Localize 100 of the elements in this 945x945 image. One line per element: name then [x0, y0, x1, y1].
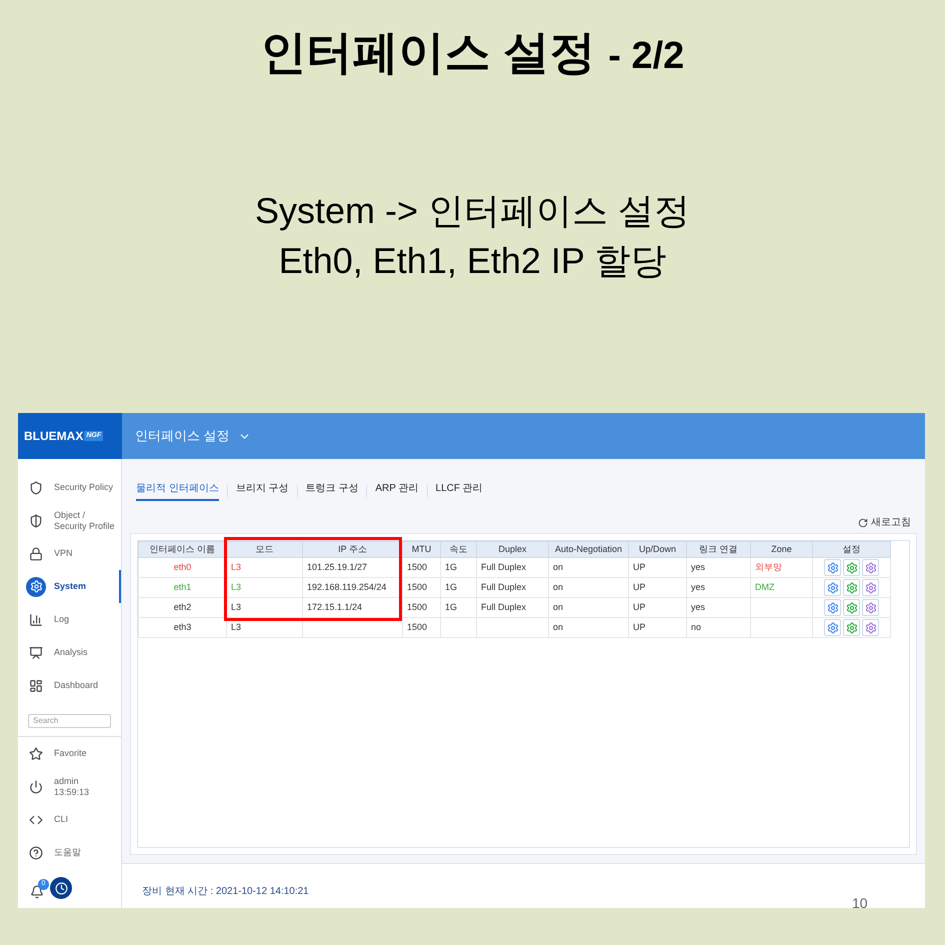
lock-icon: [29, 546, 43, 560]
table-cell: L3: [231, 622, 242, 632]
sidebar-item[interactable]: Log: [18, 603, 121, 636]
column-header: IP 주소: [302, 542, 402, 558]
table-cell: L3: [231, 582, 242, 592]
table-cell: L3: [231, 602, 242, 612]
search-field[interactable]: Search: [28, 714, 111, 728]
table-cell: yes: [691, 602, 706, 612]
table-cell: DMZ: [755, 582, 774, 592]
presentation-icon: [29, 646, 43, 660]
settings-button[interactable]: [843, 599, 860, 616]
sidebar-label: Analysis: [54, 647, 88, 658]
column-header: Zone: [750, 542, 812, 558]
column-header: Auto-Negotiation: [548, 542, 628, 558]
tab[interactable]: 브리지 구성: [236, 481, 289, 501]
column-header: 인터페이스 이름: [138, 542, 226, 558]
settings-button[interactable]: [862, 559, 879, 576]
settings-button[interactable]: [824, 559, 841, 576]
dashboard-icon: [29, 678, 43, 692]
settings-button[interactable]: [843, 559, 860, 576]
sidebar-item[interactable]: System: [18, 570, 121, 603]
refresh-icon: [858, 518, 868, 528]
column-header: Duplex: [476, 542, 548, 558]
sidebar-item[interactable]: Favorite: [18, 737, 121, 770]
table-cell: on: [553, 602, 564, 612]
table-cell: Full Duplex: [481, 582, 526, 592]
table-cell: on: [553, 622, 564, 632]
sidebar-label: Security Policy: [54, 482, 114, 493]
tab[interactable]: 트렁크 구성: [306, 481, 358, 501]
settings-button[interactable]: [862, 599, 879, 616]
table-cell: 192.168.119.254/24: [307, 582, 386, 592]
sidebar-label: CLI: [54, 814, 68, 825]
table-cell: 101.25.19.1/27: [307, 562, 368, 572]
shield-icon: [29, 514, 43, 528]
table-cell: eth3: [174, 622, 192, 632]
column-header: 링크 연결: [686, 542, 750, 558]
column-header: 속도: [440, 542, 476, 558]
table-cell: 172.15.1.1/24: [307, 602, 362, 612]
sidebar-item[interactable]: Object / Security Profile: [18, 504, 121, 537]
page-title: 인터페이스 설정: [135, 427, 230, 446]
slide-title: 인터페이스 설정 - 2/2: [260, 25, 686, 80]
sidebar-label: Favorite: [54, 748, 87, 759]
table-cell: 1G: [445, 562, 458, 572]
sidebar-item[interactable]: Analysis: [18, 636, 121, 669]
sidebar-item[interactable]: admin 13:59:13: [18, 770, 121, 803]
device-time: 장비 현재 시간 : 2021-10-12 14:10:21: [142, 885, 310, 899]
settings-button[interactable]: [862, 619, 879, 636]
sidebar-item[interactable]: VPN: [18, 537, 121, 570]
table-cell: yes: [691, 582, 706, 592]
sidebar-item[interactable]: Dashboard: [18, 669, 121, 702]
sidebar-label: VPN: [54, 548, 73, 559]
table-cell: 외부망: [755, 562, 782, 572]
table-cell: 1G: [445, 582, 458, 592]
table-cell: on: [553, 582, 564, 592]
column-header: MTU: [402, 542, 440, 558]
table-cell: UP: [633, 602, 646, 612]
column-header: 설정: [812, 542, 890, 558]
sidebar-item[interactable]: 도움말: [18, 836, 121, 869]
sidebar-label: 도움말: [54, 847, 81, 858]
sidebar-label: admin 13:59:13: [54, 776, 90, 798]
sidebar-item[interactable]: CLI: [18, 803, 121, 836]
settings-button[interactable]: [862, 579, 879, 596]
refresh-button[interactable]: 새로고침: [858, 515, 911, 530]
table-cell: 1500: [407, 582, 428, 592]
clock-icon: [54, 882, 68, 894]
settings-button[interactable]: [843, 619, 860, 636]
star-icon: [29, 746, 43, 760]
column-header: Up/Down: [628, 542, 686, 558]
table-cell: 1500: [407, 602, 428, 612]
table-cell: no: [691, 622, 702, 632]
power-icon: [29, 780, 43, 794]
shield-icon: [29, 480, 43, 494]
logo: BLUEMAX: [24, 428, 84, 445]
settings-button[interactable]: [824, 579, 841, 596]
table-cell: Full Duplex: [481, 602, 526, 612]
table-cell: yes: [691, 562, 706, 572]
table-cell: eth0: [174, 562, 192, 572]
table-cell: eth1: [174, 582, 192, 592]
gear-icon: [26, 576, 46, 596]
settings-button[interactable]: [824, 619, 841, 636]
page-number: 10: [852, 894, 868, 913]
tab[interactable]: ARP 관리: [375, 481, 419, 501]
table-cell: UP: [633, 582, 646, 592]
table-cell: eth2: [174, 602, 192, 612]
slide-text: Eth0, Eth1, Eth2 IP 할당: [278, 239, 666, 283]
table-cell: 1G: [445, 602, 458, 612]
tab[interactable]: LLCF 관리: [436, 481, 483, 501]
table-cell: UP: [633, 622, 646, 632]
help-icon: [29, 846, 43, 860]
tab[interactable]: 물리적 인터페이스: [136, 481, 219, 501]
settings-button[interactable]: [843, 579, 860, 596]
column-header: 모드: [226, 542, 302, 558]
sidebar-item[interactable]: Security Policy: [18, 471, 121, 504]
table-cell: 1500: [407, 562, 428, 572]
bar-chart-icon: [29, 612, 43, 626]
bell-icon[interactable]: [30, 885, 44, 899]
table-cell: Full Duplex: [481, 562, 526, 572]
settings-button[interactable]: [824, 599, 841, 616]
clock-button[interactable]: [50, 877, 72, 899]
sidebar-label: Dashboard: [54, 680, 98, 691]
